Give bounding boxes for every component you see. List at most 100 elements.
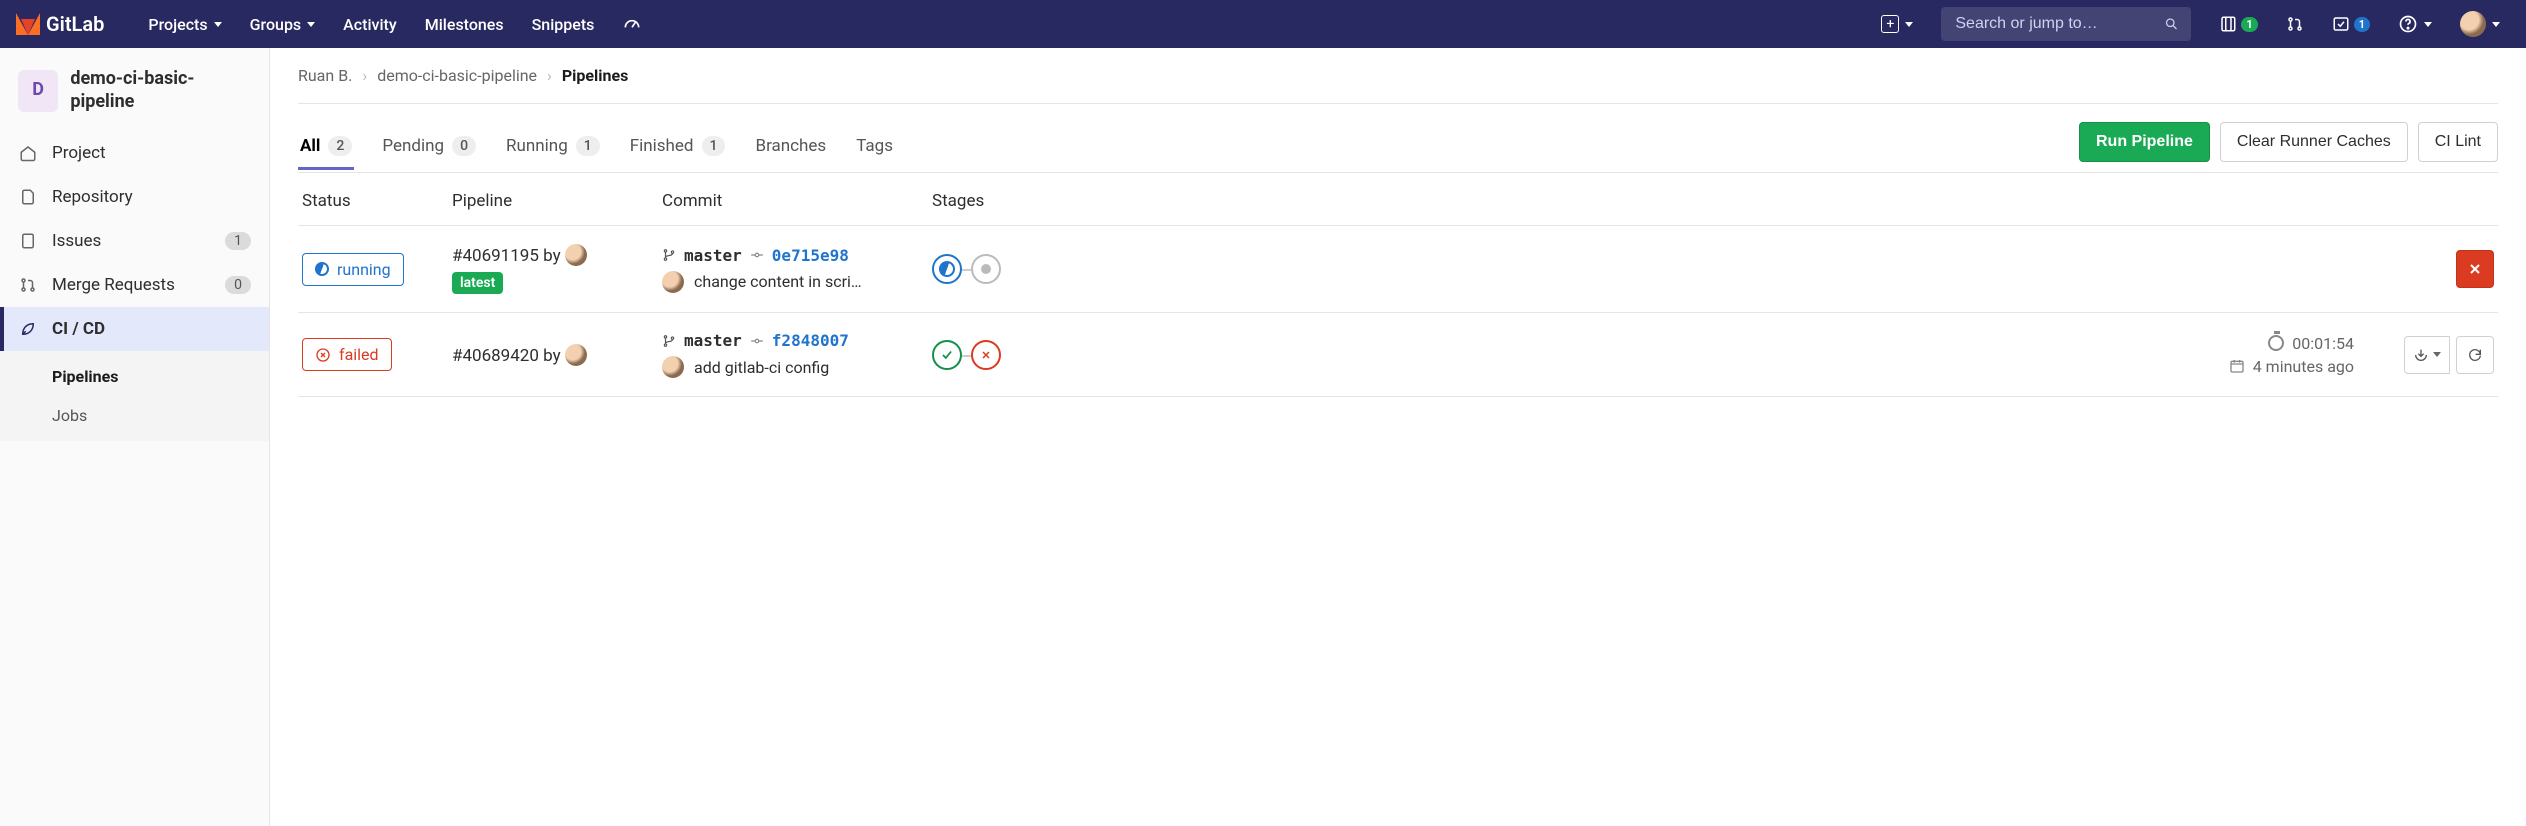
issues-icon	[18, 232, 38, 250]
nav-new-menu[interactable]: +	[1871, 15, 1923, 33]
status-label: running	[337, 260, 391, 279]
col-pipeline: Pipeline	[452, 191, 652, 211]
triggerer-avatar[interactable]	[565, 244, 587, 266]
main-content: Ruan B. › demo-ci-basic-pipeline › Pipel…	[270, 48, 2526, 826]
chevron-down-icon	[2492, 22, 2500, 27]
nav-milestones[interactable]: Milestones	[413, 8, 516, 40]
stage-passed[interactable]	[932, 340, 962, 370]
sidebar-item-repository[interactable]: Repository	[0, 175, 269, 219]
sidebar-sub-label: Pipelines	[52, 367, 118, 386]
tab-branches[interactable]: Branches	[753, 124, 828, 170]
stage-created[interactable]	[971, 254, 1001, 284]
tab-count: 2	[328, 136, 352, 156]
brand-logo[interactable]: GitLab	[16, 12, 104, 36]
triggerer-avatar[interactable]	[565, 344, 587, 366]
rocket-icon	[18, 320, 38, 338]
clear-caches-button[interactable]: Clear Runner Caches	[2220, 122, 2408, 162]
nav-help-menu[interactable]	[2388, 14, 2442, 34]
tab-finished[interactable]: Finished 1	[628, 124, 728, 170]
search-input[interactable]	[1953, 14, 2164, 34]
plus-icon: +	[1881, 15, 1899, 33]
tanuki-icon	[16, 13, 40, 35]
branch-icon	[662, 247, 676, 263]
status-badge[interactable]: failed	[302, 338, 392, 371]
home-icon	[18, 144, 38, 162]
commit-sha[interactable]: f2848007	[772, 331, 849, 350]
pipeline-stages	[932, 254, 1272, 284]
issues-icon	[2219, 15, 2237, 33]
tab-label: Branches	[755, 136, 826, 156]
nav-groups[interactable]: Groups	[238, 8, 328, 40]
chevron-right-icon: ›	[362, 66, 367, 85]
chevron-down-icon	[2433, 352, 2441, 357]
nav-activity[interactable]: Activity	[331, 8, 409, 40]
issues-count-badge: 1	[2241, 17, 2257, 32]
branch-name[interactable]: master	[684, 331, 742, 350]
chevron-down-icon	[2424, 22, 2432, 27]
author-avatar[interactable]	[662, 271, 684, 293]
doc-icon	[18, 188, 38, 206]
calendar-icon	[2229, 358, 2245, 374]
finished-at: 4 minutes ago	[2229, 357, 2354, 376]
duration: 00:01:54	[2268, 334, 2354, 353]
commit-sha[interactable]: 0e715e98	[772, 246, 849, 265]
crumb-project[interactable]: demo-ci-basic-pipeline	[377, 66, 537, 85]
tab-count: 1	[702, 136, 726, 156]
run-pipeline-button[interactable]: Run Pipeline	[2079, 122, 2210, 162]
nav-projects[interactable]: Projects	[136, 8, 233, 40]
col-stages: Stages	[932, 191, 1272, 211]
stage-running[interactable]	[932, 254, 962, 284]
global-search[interactable]	[1941, 7, 2191, 41]
manual-actions-button[interactable]	[2404, 336, 2450, 374]
todos-count-badge: 1	[2354, 17, 2370, 32]
sidebar-project-header[interactable]: D demo-ci-basic-pipeline	[0, 58, 269, 131]
primary-nav: Projects Groups Activity Milestones Snip…	[136, 8, 654, 40]
status-label: failed	[339, 345, 379, 364]
sidebar-item-merge-requests[interactable]: Merge Requests 0	[0, 263, 269, 307]
commit-message[interactable]: change content in scri…	[694, 272, 862, 291]
commit-icon	[750, 336, 764, 346]
tab-all[interactable]: All 2	[298, 124, 354, 170]
project-sidebar: D demo-ci-basic-pipeline Project Reposit…	[0, 48, 270, 826]
gauge-icon	[622, 14, 642, 34]
commit-icon	[750, 250, 764, 260]
merge-request-icon	[2286, 15, 2304, 33]
latest-badge: latest	[452, 272, 503, 294]
branch-icon	[662, 333, 676, 349]
status-badge[interactable]: running	[302, 253, 404, 286]
tab-pending[interactable]: Pending 0	[380, 124, 478, 170]
chevron-down-icon	[214, 22, 222, 27]
nav-issues-link[interactable]: 1	[2209, 15, 2267, 33]
help-icon	[2398, 14, 2418, 34]
search-icon	[2164, 15, 2179, 33]
tab-running[interactable]: Running 1	[504, 124, 602, 170]
pipeline-row: running #40691195 by latest master 0e715e98…	[298, 226, 2498, 313]
nav-todos-link[interactable]: 1	[2322, 15, 2380, 33]
branch-name[interactable]: master	[684, 246, 742, 265]
ci-lint-button[interactable]: CI Lint	[2418, 122, 2498, 162]
project-avatar: D	[18, 70, 58, 112]
sidebar-item-label: Repository	[52, 187, 133, 207]
crumb-owner[interactable]: Ruan B.	[298, 66, 352, 85]
nav-snippets[interactable]: Snippets	[520, 8, 607, 40]
running-icon	[313, 260, 331, 278]
pipeline-id[interactable]: #40691195	[452, 246, 539, 266]
sidebar-item-issues[interactable]: Issues 1	[0, 219, 269, 263]
by-text: by	[543, 246, 561, 266]
sidebar-item-cicd[interactable]: CI / CD	[0, 307, 269, 351]
tab-tags[interactable]: Tags	[854, 124, 895, 170]
nav-user-menu[interactable]	[2450, 11, 2510, 37]
commit-message[interactable]: add gitlab-ci config	[694, 358, 829, 377]
sidebar-sub-jobs[interactable]: Jobs	[0, 396, 269, 435]
author-avatar[interactable]	[662, 356, 684, 378]
nav-perf-bar[interactable]	[610, 8, 654, 40]
sidebar-sub-pipelines[interactable]: Pipelines	[0, 357, 269, 396]
nav-mr-link[interactable]	[2276, 15, 2314, 33]
stage-failed[interactable]	[971, 340, 1001, 370]
pipeline-id[interactable]: #40689420	[452, 346, 539, 366]
tab-count: 0	[452, 136, 476, 156]
top-nav: GitLab Projects Groups Activity Mileston…	[0, 0, 2526, 48]
sidebar-item-project[interactable]: Project	[0, 131, 269, 175]
cancel-pipeline-button[interactable]	[2456, 250, 2494, 288]
retry-pipeline-button[interactable]	[2456, 336, 2494, 374]
